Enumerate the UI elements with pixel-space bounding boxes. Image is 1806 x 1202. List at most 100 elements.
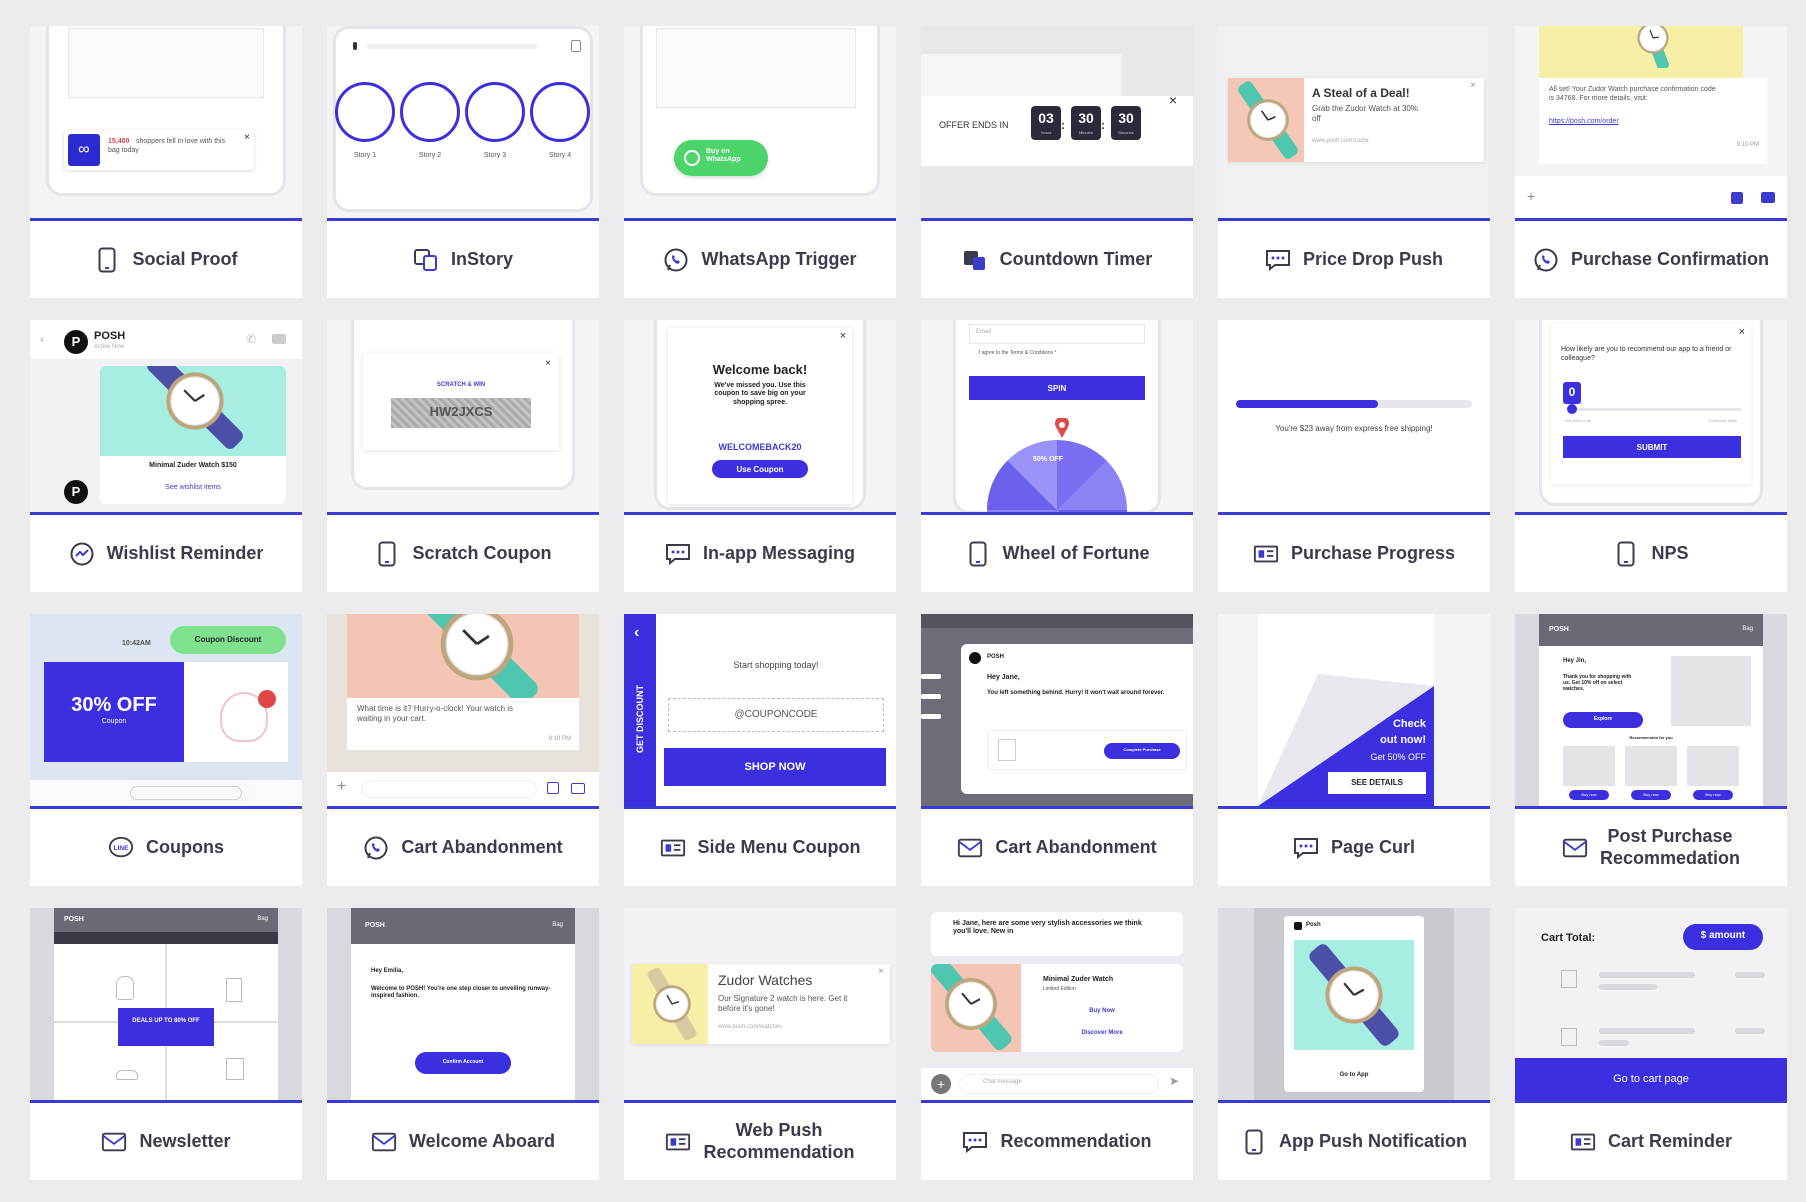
template-card[interactable]: POSH Bag Hey Jin, Thank you for shopping… (1515, 614, 1787, 886)
template-card[interactable]: Posh Go to App App Push Notification (1218, 908, 1490, 1180)
template-card[interactable]: × Welcome back! We've missed you. Use th… (624, 320, 896, 592)
template-preview: SCRATCH & WIN HW2JXCS × (327, 320, 599, 512)
call-icon[interactable]: ✆ (246, 332, 256, 346)
deal-banner[interactable] (118, 1008, 214, 1046)
sticker-icon[interactable] (547, 782, 559, 794)
video-icon[interactable] (272, 334, 286, 344)
story-circle[interactable] (400, 82, 460, 142)
shop-now-button[interactable]: SHOP NOW (664, 748, 886, 786)
template-card[interactable]: A Steal of a Deal! Grab the Zudor Watch … (1218, 26, 1490, 298)
template-label-bar[interactable]: Newsletter (30, 1100, 302, 1180)
progress-text: You're $23 away from express free shippi… (1275, 424, 1433, 433)
side-tab[interactable]: ‹ GET DISCOUNT (624, 614, 656, 806)
buy-now-link: Buy Now (1089, 1008, 1115, 1014)
template-card[interactable]: All set! Your Zudor Watch purchase confi… (1515, 26, 1787, 298)
back-icon[interactable]: ‹ (40, 332, 44, 346)
message-input[interactable] (361, 780, 537, 798)
template-label-bar[interactable]: Cart Abandonment (327, 806, 599, 886)
watch-image (1637, 26, 1669, 68)
template-label-bar[interactable]: Web Push Recommendation (624, 1100, 896, 1180)
template-label-bar[interactable]: Purchase Confirmation (1515, 218, 1787, 298)
confirmation-link: https://posh.com/order (1549, 118, 1619, 125)
camera-icon[interactable] (571, 783, 585, 794)
template-label-bar[interactable]: InStory (327, 218, 599, 298)
spin-button[interactable]: SPIN (969, 376, 1145, 400)
message-input[interactable] (130, 786, 242, 800)
template-label-bar[interactable]: Welcome Aboard (327, 1100, 599, 1180)
close-icon[interactable]: × (1739, 326, 1745, 338)
use-coupon-button[interactable]: Use Coupon (712, 460, 808, 478)
close-icon[interactable]: × (244, 132, 250, 143)
close-icon[interactable]: × (1169, 92, 1177, 108)
template-card[interactable]: SCRATCH & WIN HW2JXCS × Scratch Coupon (327, 320, 599, 592)
template-card[interactable]: Story 1 Story 2 Story 3 Story 4 InStory (327, 26, 599, 298)
template-label-bar[interactable]: WhatsApp Trigger (624, 218, 896, 298)
chevron-left-icon[interactable]: ‹ (634, 624, 639, 642)
send-icon[interactable]: ➤ (1169, 1074, 1179, 1088)
template-label-bar[interactable]: Cart Reminder (1515, 1100, 1787, 1180)
template-label-bar[interactable]: Post Purchase Recommedation (1515, 806, 1787, 886)
story-circle[interactable] (530, 82, 590, 142)
deal-text: DEALS UP TO 80% OFF (132, 1018, 200, 1024)
story-circle[interactable] (465, 82, 525, 142)
template-label-bar[interactable]: Side Menu Coupon (624, 806, 896, 886)
email-field[interactable]: Email (969, 324, 1145, 344)
story-circle[interactable] (335, 82, 395, 142)
go-to-cart-button[interactable]: Go to cart page (1515, 1058, 1787, 1100)
close-icon[interactable]: × (878, 966, 884, 977)
template-label-bar[interactable]: Purchase Progress (1218, 512, 1490, 592)
template-label-bar[interactable]: Scratch Coupon (327, 512, 599, 592)
submit-button[interactable]: SUBMIT (1563, 436, 1741, 458)
slider-thumb[interactable] (1567, 404, 1577, 414)
template-card[interactable]: ∞ 15,400 shoppers fell in love with this… (30, 26, 302, 298)
template-card[interactable]: POSH Bag DEALS UP TO 80% OFF Newsletter (30, 908, 302, 1180)
push-notification[interactable]: A Steal of a Deal! Grab the Zudor Watch … (1228, 78, 1484, 162)
camera-icon[interactable] (1761, 192, 1775, 203)
template-label-bar[interactable]: Wishlist Reminder (30, 512, 302, 592)
template-card[interactable]: Email I agree to the Terms & Conditions … (921, 320, 1193, 592)
web-push-notification[interactable]: Zudor Watches Our Signature 2 watch is h… (632, 964, 890, 1044)
product-card[interactable]: Minimal Zuder Watch $150 See wishlist it… (100, 366, 286, 504)
close-icon[interactable]: × (545, 358, 551, 369)
close-icon[interactable]: × (840, 330, 846, 342)
push-card[interactable]: Posh Go to App (1284, 916, 1424, 1092)
template-card[interactable]: Hi Jane, here are some very stylish acce… (921, 908, 1193, 1180)
whatsapp-button[interactable]: Buy on WhatsApp (674, 140, 768, 176)
template-label-bar[interactable]: App Push Notification (1218, 1100, 1490, 1180)
plus-icon[interactable]: + (1527, 188, 1535, 204)
template-card[interactable]: ‹ GET DISCOUNT Start shopping today! @CO… (624, 614, 896, 886)
template-label-bar[interactable]: NPS (1515, 512, 1787, 592)
close-icon[interactable]: × (1470, 80, 1476, 91)
template-label-bar[interactable]: Price Drop Push (1218, 218, 1490, 298)
wishlist-link: See wishlist items (165, 484, 221, 491)
template-label-bar[interactable]: LINE Coupons (30, 806, 302, 886)
template-label-bar[interactable]: In-app Messaging (624, 512, 896, 592)
template-label-bar[interactable]: Cart Abandonment (921, 806, 1193, 886)
template-card[interactable]: Buy on WhatsApp WhatsApp Trigger (624, 26, 896, 298)
nps-slider[interactable] (1571, 408, 1741, 411)
template-card[interactable]: Check out now! Get 50% OFF SEE DETAILS P… (1218, 614, 1490, 886)
template-card[interactable]: OFFER ENDS IN 03 Hours 30 Minutes 30 Seconds … (921, 26, 1193, 298)
template-card[interactable]: × How likely are you to recommend our ap… (1515, 320, 1787, 592)
template-label-bar[interactable]: Page Curl (1218, 806, 1490, 886)
template-card[interactable]: Zudor Watches Our Signature 2 watch is h… (624, 908, 896, 1180)
curl-line-1: Check (1392, 718, 1426, 730)
plus-icon[interactable]: + (931, 1074, 951, 1094)
template-card[interactable]: Cart Total: $ amount Go to cart page Car… (1515, 908, 1787, 1180)
template-label-bar[interactable]: Wheel of Fortune (921, 512, 1193, 592)
template-card[interactable]: What time is it? Hurry-o-clock! Your wat… (327, 614, 599, 886)
coupon-card[interactable]: 30% OFF Coupon (44, 662, 288, 762)
product-card[interactable]: Minimal Zuder Watch Limited Edition Buy … (931, 964, 1183, 1052)
template-label-bar[interactable]: Social Proof (30, 218, 302, 298)
template-label-bar[interactable]: Countdown Timer (921, 218, 1193, 298)
nps-low-label: Not likely at all (1565, 418, 1591, 423)
template-card[interactable]: POSH Bag Hey Emilia, Welcome to POSH! Yo… (327, 908, 599, 1180)
watch-image (147, 366, 243, 449)
template-card[interactable]: POSH Hey Jane, You left something behind… (921, 614, 1193, 886)
template-card[interactable]: ‹ P POSH Active Now ✆ Minimal Zuder Watc… (30, 320, 302, 592)
plus-icon[interactable]: + (337, 778, 346, 796)
template-card[interactable]: 10:42AM Coupon Discount 30% OFF Coupon L… (30, 614, 302, 886)
template-card[interactable]: You're $23 away from express free shippi… (1218, 320, 1490, 592)
template-label-bar[interactable]: Recommendation (921, 1100, 1193, 1180)
sticker-icon[interactable] (1731, 192, 1743, 204)
